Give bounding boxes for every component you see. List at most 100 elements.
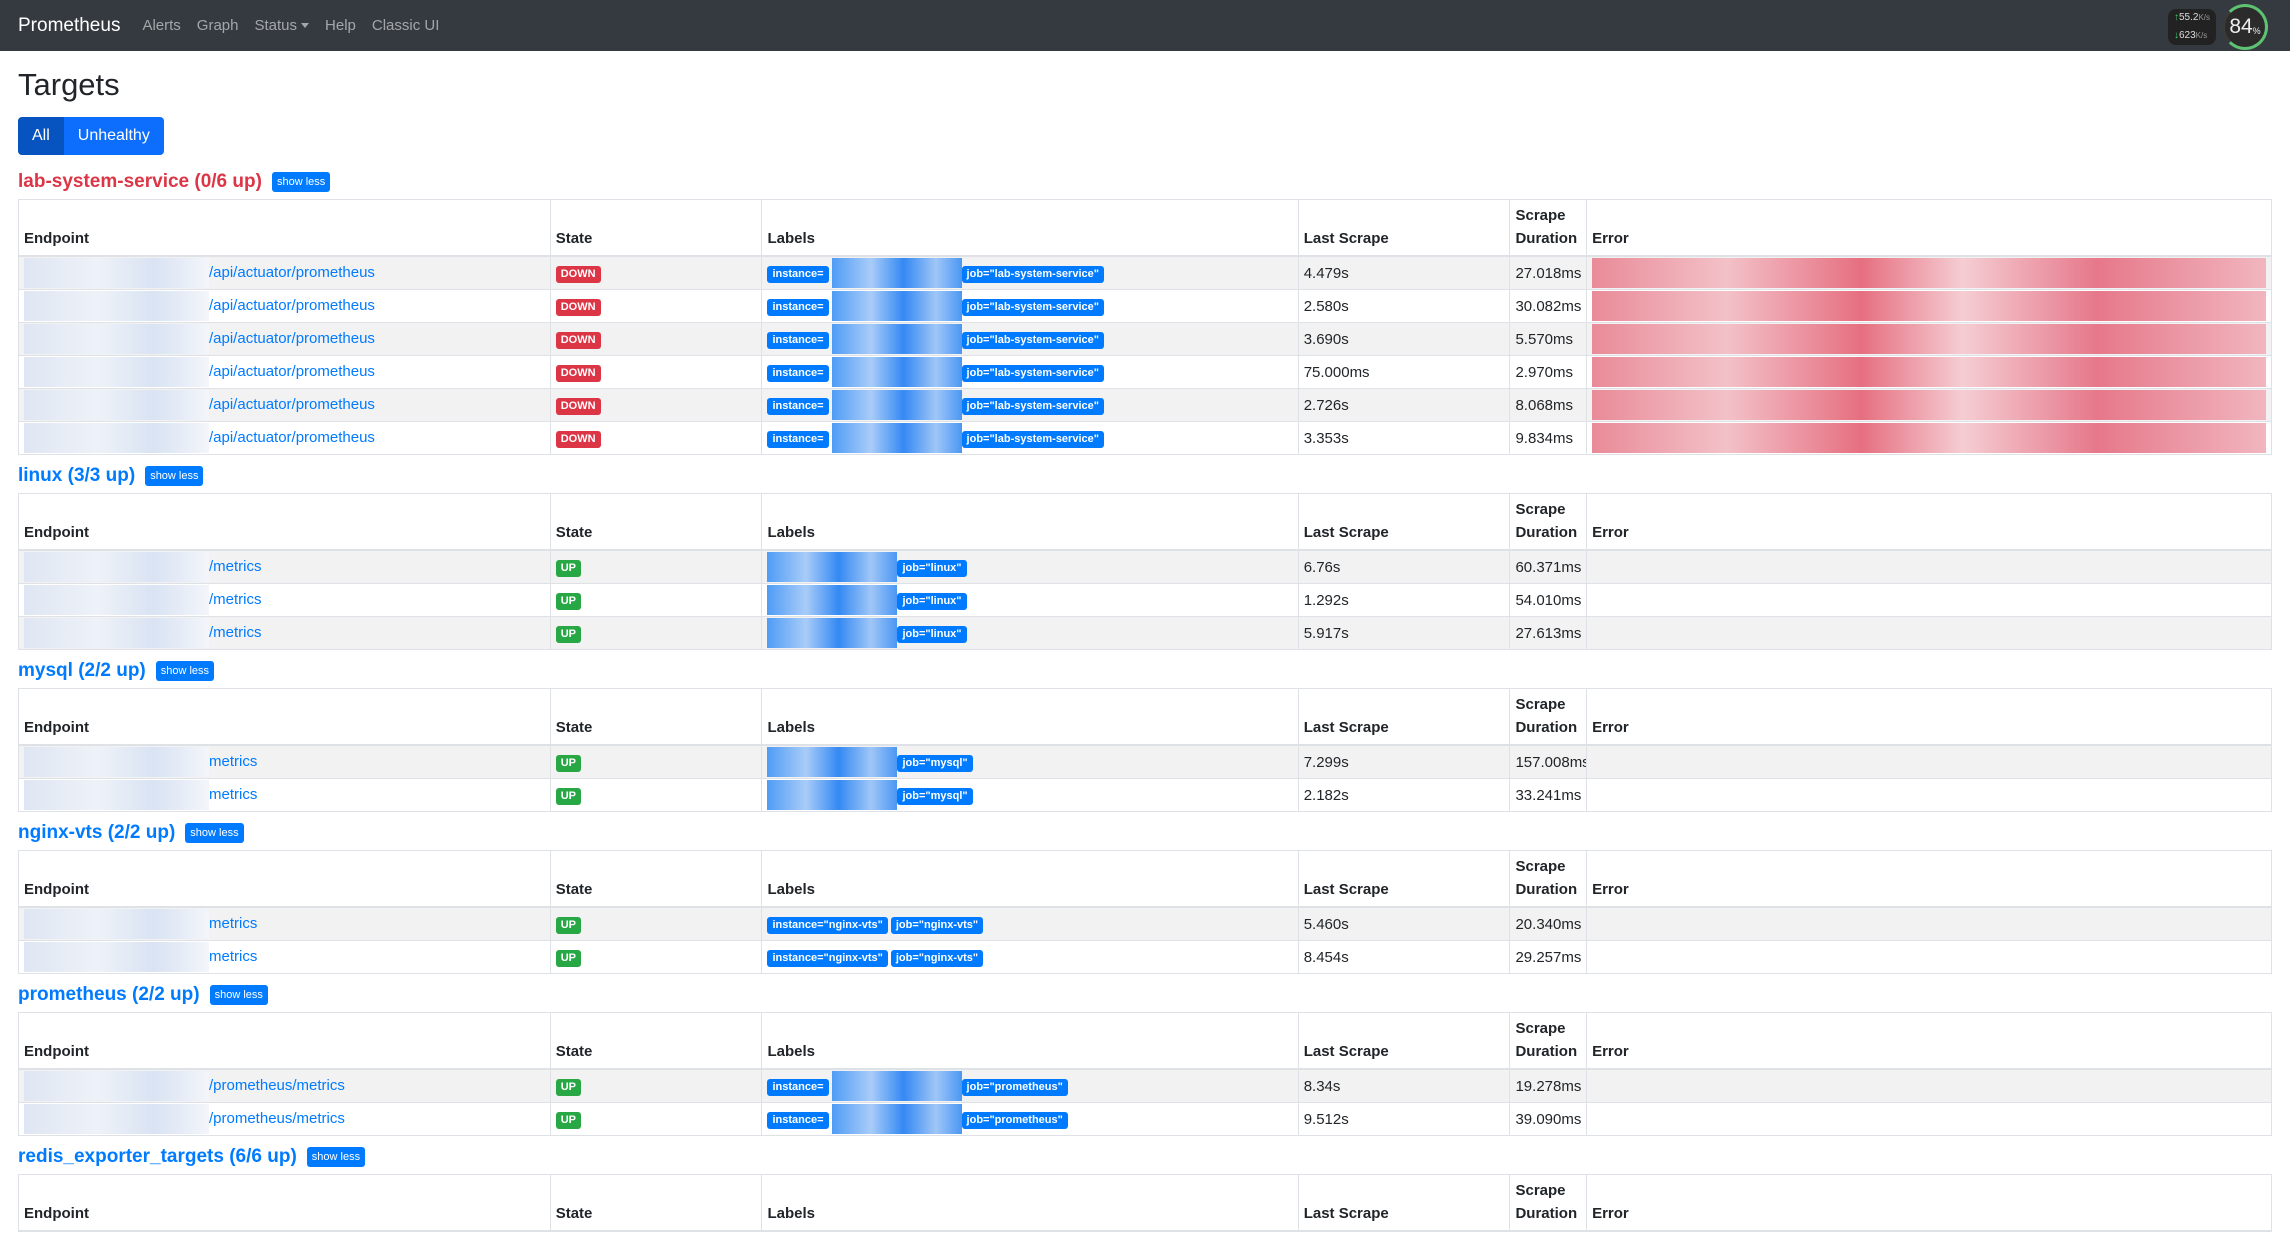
labels-cell: instance= job="lab-system-service"	[761, 322, 1299, 356]
instance-label-badge: instance=	[767, 397, 829, 415]
error-cell	[1586, 550, 2272, 584]
column-header-error: Error	[1586, 199, 2272, 257]
nav-status-label: Status	[254, 17, 298, 34]
labels-cell: job="linux"	[761, 583, 1299, 617]
table-row: metrics UP job="mysql" 2.182s 33.241ms	[18, 778, 2272, 812]
endpoint-link[interactable]: /metrics	[209, 558, 262, 575]
column-header-labels: Labels	[761, 493, 1299, 551]
cpu-usage-ring[interactable]: 84%	[2222, 4, 2268, 50]
job-label-badge: job="mysql"	[897, 787, 973, 805]
show-less-button[interactable]: show less	[271, 172, 331, 192]
endpoint-link[interactable]: /api/actuator/prometheus	[209, 264, 375, 281]
state-cell: DOWN	[549, 289, 762, 323]
job-title[interactable]: lab-system-service (0/6 up)	[18, 171, 262, 193]
nav-classic-ui[interactable]: Classic UI	[372, 17, 440, 34]
job-label-badge: job="prometheus"	[961, 1078, 1068, 1096]
job-header: linux (3/3 up) show less	[18, 459, 2272, 493]
job-label-badge: job="lab-system-service"	[961, 331, 1104, 349]
show-less-button[interactable]: show less	[209, 985, 268, 1005]
endpoint-link[interactable]: /metrics	[209, 591, 262, 608]
scrape-duration-cell: 60.371ms	[1509, 550, 1587, 584]
nav-help[interactable]: Help	[325, 17, 356, 34]
job-label-badge: job="lab-system-service"	[961, 364, 1104, 382]
last-scrape-cell: 3.690s	[1297, 322, 1510, 356]
redacted-instance	[831, 1104, 962, 1134]
error-cell	[1586, 322, 2272, 356]
filter-all-button[interactable]: All	[18, 117, 64, 155]
scrape-header-line2: Duration	[1515, 230, 1578, 247]
state-badge: UP	[555, 787, 581, 805]
job-label-badge: job="linux"	[897, 592, 967, 610]
redacted-host	[24, 618, 209, 648]
nav-status-dropdown[interactable]: Status	[255, 17, 310, 34]
brand-link[interactable]: Prometheus	[18, 15, 120, 37]
show-less-button[interactable]: show less	[145, 466, 204, 486]
top-navbar: Prometheus Alerts Graph Status Help Clas…	[0, 0, 2290, 51]
column-header-last-scrape: Last Scrape	[1297, 493, 1510, 551]
nav-alerts[interactable]: Alerts	[142, 17, 180, 34]
endpoint-link[interactable]: /api/actuator/prometheus	[209, 363, 375, 380]
show-less-button[interactable]: show less	[155, 661, 215, 681]
state-badge: UP	[555, 625, 581, 643]
state-cell: UP	[549, 1102, 762, 1136]
endpoint-cell: /api/actuator/prometheus	[18, 322, 551, 356]
labels-cell: instance= job="lab-system-service"	[761, 388, 1299, 422]
last-scrape-cell: 6.76s	[1297, 550, 1510, 584]
instance-label-badge: instance=	[767, 298, 829, 316]
upload-speed: 55.2	[2178, 12, 2199, 23]
error-cell	[1586, 583, 2272, 617]
job-title[interactable]: redis_exporter_targets (6/6 up)	[18, 1146, 297, 1168]
redacted-error	[1592, 357, 2266, 387]
column-header-last-scrape: Last Scrape	[1297, 199, 1510, 257]
job-title[interactable]: nginx-vts (2/2 up)	[18, 822, 175, 844]
state-cell: UP	[549, 1069, 762, 1103]
endpoint-link[interactable]: /prometheus/metrics	[209, 1110, 345, 1127]
scrape-duration-cell: 39.090ms	[1509, 1102, 1587, 1136]
redacted-instance	[831, 1071, 962, 1101]
instance-label-badge: instance=	[767, 364, 829, 382]
endpoint-link[interactable]: /api/actuator/prometheus	[209, 330, 375, 347]
state-badge: DOWN	[555, 298, 601, 316]
endpoint-link[interactable]: metrics	[209, 786, 257, 803]
last-scrape-cell: 2.726s	[1297, 388, 1510, 422]
scrape-header-line1: Scrape	[1515, 501, 1566, 518]
endpoint-link[interactable]: metrics	[209, 948, 257, 965]
endpoint-cell: /prometheus/metrics	[18, 1102, 551, 1136]
column-header-error: Error	[1586, 850, 2272, 908]
labels-cell: instance= job="lab-system-service"	[761, 289, 1299, 323]
scrape-duration-cell: 5.570ms	[1509, 322, 1587, 356]
column-header-last-scrape: Last Scrape	[1297, 1174, 1510, 1232]
state-badge: DOWN	[555, 331, 601, 349]
job-label-badge: job="lab-system-service"	[961, 397, 1104, 415]
redacted-host	[24, 390, 209, 420]
labels-cell: instance= job="lab-system-service"	[761, 256, 1299, 290]
column-header-endpoint: Endpoint	[18, 1174, 551, 1232]
column-header-error: Error	[1586, 1012, 2272, 1070]
state-badge: UP	[555, 754, 581, 772]
endpoint-link[interactable]: metrics	[209, 753, 257, 770]
show-less-button[interactable]: show less	[306, 1147, 366, 1167]
show-less-button[interactable]: show less	[185, 823, 244, 843]
labels-cell: job="mysql"	[761, 745, 1299, 779]
filter-unhealthy-button[interactable]: Unhealthy	[63, 117, 164, 155]
targets-table: Endpoint State Labels Last Scrape Scrape Dura…	[18, 850, 2272, 974]
job-label-badge: job="linux"	[897, 559, 967, 577]
labels-cell: job="linux"	[761, 550, 1299, 584]
scrape-header-line2: Duration	[1515, 1043, 1578, 1060]
column-header-labels: Labels	[761, 688, 1299, 746]
instance-label-badge: instance="nginx-vts"	[767, 949, 888, 967]
endpoint-link[interactable]: /metrics	[209, 624, 262, 641]
endpoint-link[interactable]: /api/actuator/prometheus	[209, 429, 375, 446]
endpoint-link[interactable]: /api/actuator/prometheus	[209, 396, 375, 413]
endpoint-link[interactable]: /api/actuator/prometheus	[209, 297, 375, 314]
nav-graph[interactable]: Graph	[197, 17, 239, 34]
scrape-header-line2: Duration	[1515, 881, 1578, 898]
endpoint-link[interactable]: /prometheus/metrics	[209, 1077, 345, 1094]
state-badge: UP	[555, 1111, 581, 1129]
job-title[interactable]: linux (3/3 up)	[18, 465, 135, 487]
endpoint-link[interactable]: metrics	[209, 915, 257, 932]
state-cell: UP	[549, 940, 762, 974]
redacted-instance	[831, 291, 962, 321]
job-title[interactable]: prometheus (2/2 up)	[18, 984, 200, 1006]
job-title[interactable]: mysql (2/2 up)	[18, 660, 146, 682]
